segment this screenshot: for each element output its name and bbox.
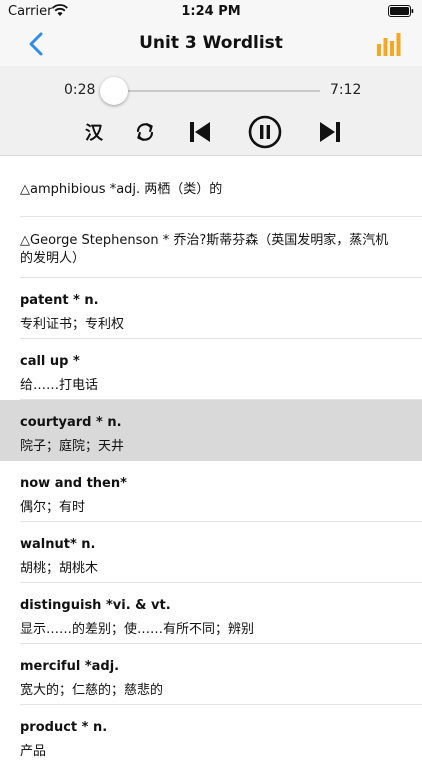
chinese-toggle-button[interactable]: 汉 — [82, 118, 106, 146]
previous-track-icon[interactable] — [188, 118, 212, 146]
entry-word: product * n. — [20, 720, 108, 735]
entry-meaning: 宽大的；仁慈的；慈悲的 — [20, 683, 164, 698]
repeat-icon[interactable] — [134, 118, 156, 146]
status-bar: Carrier 1:24 PM — [0, 0, 422, 22]
list-item[interactable]: distinguish *vi. & vt. 显示……的差别；使……有所不同；辨… — [0, 583, 422, 644]
battery-icon — [388, 5, 414, 17]
list-item[interactable]: now and then* 偶尔；有时 — [0, 461, 422, 522]
list-item[interactable]: △amphibious *adj. 两栖（类）的 — [0, 156, 422, 217]
entry-word: patent * n. — [20, 293, 99, 308]
next-track-icon[interactable] — [318, 118, 342, 146]
entry-meaning: 给……打电话 — [20, 378, 99, 393]
navigation-bar: Unit 3 Wordlist — [0, 22, 422, 66]
entry-word: walnut* n. — [20, 537, 96, 552]
progress-thumb[interactable] — [100, 77, 128, 105]
word-list: △amphibious *adj. 两栖（类）的 △George Stephen… — [0, 156, 422, 773]
page-title: Unit 3 Wordlist — [139, 33, 283, 53]
entry-meaning: 胡桃；胡桃木 — [20, 561, 99, 576]
entry-meaning: 显示……的差别；使……有所不同；辨别 — [20, 622, 255, 637]
entry-meaning: 偶尔；有时 — [20, 500, 86, 515]
list-item[interactable]: △George Stephenson * 乔治?斯蒂芬森（英国发明家，蒸汽机的发… — [0, 217, 422, 278]
list-item[interactable]: merciful *adj. 宽大的；仁慈的；慈悲的 — [0, 644, 422, 705]
status-time: 1:24 PM — [181, 4, 241, 19]
entry-meaning: 专利证书；专利权 — [20, 317, 125, 332]
pause-icon[interactable] — [248, 115, 282, 149]
entry-text: △amphibious *adj. 两栖（类）的 — [20, 182, 223, 197]
list-item-selected[interactable]: courtyard * n. 院子；庭院；天井 — [0, 400, 422, 461]
entry-word: call up * — [20, 354, 80, 369]
stats-bars-icon[interactable] — [376, 32, 402, 56]
current-time: 0:28 — [64, 82, 96, 98]
progress-slider[interactable] — [100, 77, 320, 105]
audio-player: 0:28 7:12 汉 — [0, 66, 422, 156]
entry-word: distinguish *vi. & vt. — [20, 598, 171, 613]
list-item[interactable]: walnut* n. 胡桃；胡桃木 — [0, 522, 422, 583]
entry-word: merciful *adj. — [20, 659, 120, 674]
entry-meaning: 院子；庭院；天井 — [20, 439, 125, 454]
total-time: 7:12 — [330, 82, 362, 98]
entry-text: △George Stephenson * 乔治?斯蒂芬森（英国发明家，蒸汽机的发… — [20, 233, 389, 266]
list-item[interactable]: patent * n. 专利证书；专利权 — [0, 278, 422, 339]
entry-word: courtyard * n. — [20, 415, 122, 430]
list-item[interactable]: product * n. 产品 — [0, 705, 422, 773]
list-item[interactable]: call up * 给……打电话 — [0, 339, 422, 400]
entry-word: now and then* — [20, 476, 127, 491]
